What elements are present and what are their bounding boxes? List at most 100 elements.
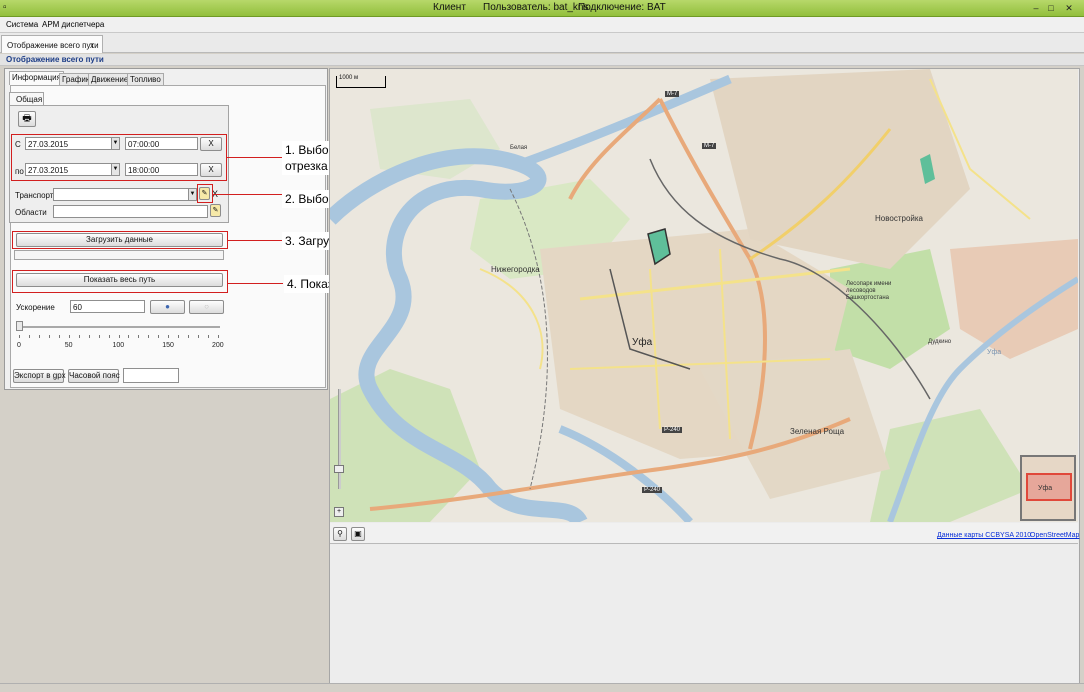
play-button[interactable]: ●	[150, 300, 185, 314]
maximize-icon[interactable]: □	[1045, 2, 1057, 14]
slider-tick	[48, 335, 50, 338]
annotation-box-load	[12, 231, 228, 249]
map-tool-button-1[interactable]: ⚲	[333, 527, 347, 541]
annotation-box-object	[197, 184, 213, 203]
panel-header: Отображение всего пути	[0, 54, 1084, 66]
print-button[interactable]: 🖶	[18, 111, 36, 127]
layers-icon: ▣	[354, 529, 362, 538]
chevron-down-icon[interactable]: ▼	[188, 189, 196, 200]
tab-show-full-path[interactable]: Отображение всего пути x	[1, 35, 103, 53]
speed-slider-thumb[interactable]	[16, 321, 23, 331]
pause-button[interactable]: ○	[189, 300, 224, 314]
annotation-line-load	[228, 240, 282, 241]
speed-field[interactable]: 60	[70, 300, 145, 313]
timezone-button[interactable]: Часовой пояс	[68, 369, 120, 383]
slider-tick-label: 0	[17, 342, 21, 349]
status-bar	[0, 683, 1084, 692]
slider-tick-label: 50	[64, 342, 73, 349]
slider-tick	[178, 335, 180, 338]
map-label-3: Дудкино	[928, 339, 952, 345]
speed-slider-track[interactable]	[18, 326, 220, 328]
tab-movement[interactable]: Движение	[88, 73, 132, 85]
slider-tick	[198, 335, 200, 338]
annotation-line-show-path	[228, 283, 283, 284]
annotation-box-show-path	[12, 270, 228, 293]
slider-tick	[118, 335, 120, 338]
slider-tick	[218, 335, 219, 338]
slider-tick	[188, 335, 190, 338]
slider-tick	[158, 335, 160, 338]
map-label-city: Уфа	[632, 337, 653, 348]
slider-tick	[148, 335, 150, 338]
slider-tick	[138, 335, 140, 338]
map-zoom-track[interactable]	[338, 389, 341, 489]
window-title-bar: ▫ Клиент Пользователь: bat_kns Подключен…	[0, 0, 1084, 17]
menu-dispatcher[interactable]: АРМ диспетчера	[42, 20, 104, 29]
printer-icon: 🖶	[22, 113, 32, 124]
transport-label: Транспорт	[15, 191, 54, 200]
tab-close-icon[interactable]: x	[90, 41, 94, 50]
connection-info: Подключение: BAT	[578, 2, 666, 13]
mini-map[interactable]: Уфа	[1020, 455, 1076, 521]
regions-field[interactable]	[53, 205, 208, 218]
annotation-box-time	[11, 134, 227, 181]
annotation-line-object	[213, 194, 282, 195]
app-icon: ▫	[3, 2, 7, 13]
timezone-field[interactable]	[123, 368, 179, 383]
close-icon[interactable]: ✕	[1063, 2, 1075, 14]
slider-tick	[168, 335, 170, 338]
document-tab-strip: Отображение всего пути x	[0, 33, 1084, 53]
regions-pick-button[interactable]: ✎	[210, 204, 221, 217]
map-label-2: Зеленая Роща	[790, 427, 845, 436]
slider-tick	[128, 335, 130, 338]
tab-information[interactable]: Информация	[9, 71, 64, 85]
speed-label: Ускорение	[16, 303, 55, 312]
osm-link[interactable]: OpenStreetMap	[1030, 532, 1079, 539]
map-layers-button[interactable]: +	[334, 507, 344, 517]
transport-select[interactable]: ▼	[53, 188, 197, 201]
slider-tick	[68, 335, 70, 338]
panel-title: Отображение всего пути	[6, 55, 104, 64]
export-gpx-button[interactable]: Экспорт в gpx	[13, 369, 66, 383]
scale-label: 1000 м	[339, 75, 359, 81]
map-label-6: Уфа	[987, 349, 1002, 356]
menu-bar: Система АРМ диспетчера	[0, 17, 1084, 33]
map-zoom-handle[interactable]	[334, 465, 344, 473]
slider-tick-label: 100	[112, 342, 125, 349]
menu-system[interactable]: Система	[6, 20, 38, 29]
slider-tick	[38, 335, 40, 338]
road-label-1: М-7	[702, 143, 717, 149]
map-label-1: Новостройка	[875, 214, 923, 223]
slider-tick	[19, 335, 20, 338]
regions-label: Области	[15, 208, 47, 217]
pause-icon: ○	[204, 302, 209, 311]
tab-fuel[interactable]: Топливо	[127, 73, 164, 85]
zoom-icon: ⚲	[337, 529, 343, 538]
map-footer: ⚲ ▣ Данные карты CCBYSA 2010 OpenStreetM…	[330, 523, 1079, 544]
map-scale-bar: 1000 м	[336, 75, 386, 88]
folder-icon: ✎	[212, 207, 219, 214]
tab-general[interactable]: Общая	[9, 92, 44, 105]
user-info: Пользователь: bat_kns	[483, 2, 589, 13]
map-view[interactable]: 1000 м Уфа Нижегородка Новостройка Зелен…	[330, 69, 1078, 522]
minimize-icon[interactable]: –	[1030, 2, 1042, 14]
map-label-4: Лесопарк имени лесоводов Башкортостана	[846, 281, 892, 301]
map-data-link[interactable]: Данные карты CCBYSA 2010	[937, 532, 1031, 539]
road-label-0: М-7	[665, 91, 680, 97]
bottom-panel	[330, 545, 1078, 689]
map-tool-button-2[interactable]: ▣	[351, 527, 365, 541]
slider-tick	[98, 335, 100, 338]
plus-icon: +	[336, 508, 342, 515]
tab-label: Отображение всего пути	[7, 41, 99, 50]
window-title: Клиент	[433, 2, 466, 13]
map-tiles	[330, 69, 1078, 522]
slider-tick-label: 200	[212, 342, 224, 349]
slider-tick	[28, 335, 30, 338]
slider-tick	[58, 335, 60, 338]
slider-tick-label: 150	[162, 342, 174, 349]
tab-general-label: Общая	[16, 95, 43, 104]
annotation-line-time	[227, 157, 282, 158]
road-label-3: Р-240	[642, 487, 663, 493]
slider-tick	[78, 335, 80, 338]
slider-tick	[108, 335, 110, 338]
